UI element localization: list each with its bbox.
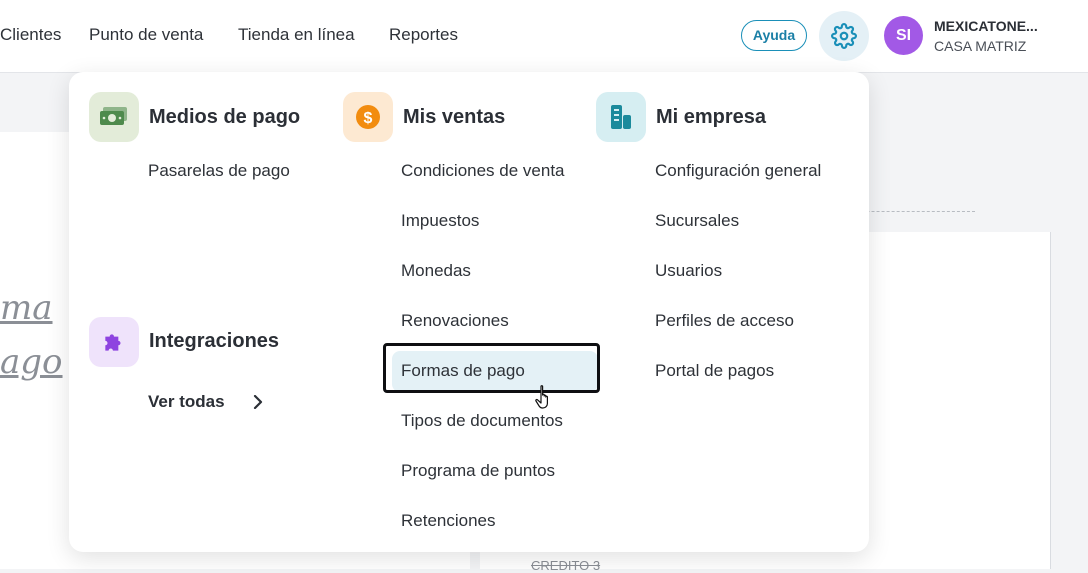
menu-item-condiciones-de-venta[interactable]: Condiciones de venta [401, 161, 565, 181]
svg-text:$: $ [364, 110, 373, 127]
menu-item-retenciones[interactable]: Retenciones [401, 511, 496, 531]
section-title-medios-de-pago: Medios de pago [149, 106, 301, 128]
section-title-mi-empresa: Mi empresa [656, 106, 767, 128]
menu-item-monedas[interactable]: Monedas [401, 261, 471, 281]
menu-item-usuarios[interactable]: Usuarios [655, 261, 722, 281]
credit-label: CREDITO 3 [531, 558, 601, 573]
menu-item-pasarelas-de-pago[interactable]: Pasarelas de pago [148, 161, 290, 181]
nav-tienda-en-linea[interactable]: Tienda en línea [238, 25, 355, 45]
gear-icon [831, 23, 857, 49]
menu-item-programa-de-puntos[interactable]: Programa de puntos [401, 461, 555, 481]
nav-punto-de-venta[interactable]: Punto de venta [89, 25, 203, 45]
ver-todas-link[interactable]: Ver todas [148, 392, 263, 412]
menu-item-portal-de-pagos[interactable]: Portal de pagos [655, 361, 774, 381]
page-script-text-1: ma [0, 288, 53, 328]
menu-item-configuracion-general[interactable]: Configuración general [655, 161, 821, 181]
top-navbar: Clientes Punto de venta Tienda en línea … [0, 0, 1088, 73]
menu-item-sucursales[interactable]: Sucursales [655, 211, 739, 231]
money-icon [89, 92, 139, 142]
company-branch: CASA MATRIZ [934, 38, 1027, 54]
menu-item-perfiles-de-acceso[interactable]: Perfiles de acceso [655, 311, 794, 331]
hand-pointer-icon [535, 385, 548, 409]
company-name[interactable]: MEXICATONE... [934, 18, 1038, 34]
settings-dropdown-menu: Medios de pago Pasarelas de pago Integra… [69, 72, 869, 552]
chevron-right-icon [254, 394, 263, 410]
nav-reportes[interactable]: Reportes [389, 25, 458, 45]
menu-item-renovaciones[interactable]: Renovaciones [401, 311, 509, 331]
ver-todas-label: Ver todas [148, 392, 225, 411]
building-icon [596, 92, 646, 142]
section-title-integraciones: Integraciones [149, 330, 280, 352]
menu-item-impuestos[interactable]: Impuestos [401, 211, 479, 231]
dollar-coin-icon: $ [343, 92, 393, 142]
puzzle-icon [89, 317, 139, 367]
nav-clientes[interactable]: Clientes [0, 25, 61, 45]
page-script-text-2: ago [0, 342, 63, 382]
menu-item-tipos-de-documentos[interactable]: Tipos de documentos [401, 411, 563, 431]
user-avatar[interactable]: SI [884, 16, 923, 55]
settings-button[interactable] [819, 11, 869, 61]
focus-outline [383, 343, 600, 393]
help-button[interactable]: Ayuda [741, 20, 807, 51]
section-title-mis-ventas: Mis ventas [403, 106, 506, 128]
